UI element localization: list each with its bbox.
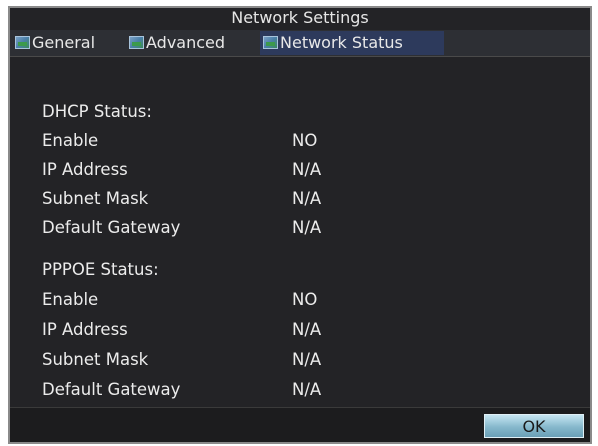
pppoe-default-gateway-value: N/A xyxy=(292,380,322,399)
pppoe-subnet-mask-value: N/A xyxy=(292,350,322,369)
window-title: Network Settings xyxy=(231,8,369,27)
network-icon xyxy=(15,36,30,49)
dhcp-ip-address-value: N/A xyxy=(292,160,322,179)
dhcp-default-gateway-value: N/A xyxy=(292,218,322,237)
dhcp-subnet-mask-label: Subnet Mask xyxy=(42,189,149,208)
network-settings-window: Network Settings General Advanced Networ… xyxy=(8,6,592,444)
network-status-panel: DHCP Status: Enable NO IP Address N/A Su… xyxy=(10,58,590,399)
pppoe-ip-address-label: IP Address xyxy=(42,320,128,339)
tab-general-label: General xyxy=(32,33,96,52)
dhcp-enable-label: Enable xyxy=(42,131,99,150)
pppoe-default-gateway-label: Default Gateway xyxy=(42,380,181,399)
dialog-footer: OK xyxy=(10,407,590,442)
pppoe-enable-value: NO xyxy=(292,290,318,309)
tab-advanced-label: Advanced xyxy=(146,33,226,52)
pppoe-subnet-mask-label: Subnet Mask xyxy=(42,350,149,369)
tab-network-status[interactable]: Network Status xyxy=(260,31,444,55)
pppoe-enable-label: Enable xyxy=(42,290,99,309)
tab-bar: General Advanced Network Status xyxy=(10,30,590,57)
tab-network-status-label: Network Status xyxy=(280,33,403,52)
dhcp-subnet-mask-value: N/A xyxy=(292,189,322,208)
pppoe-status-heading: PPPOE Status: xyxy=(42,260,159,279)
dhcp-ip-address-label: IP Address xyxy=(42,160,128,179)
dhcp-default-gateway-label: Default Gateway xyxy=(42,218,181,237)
tab-advanced[interactable]: Advanced xyxy=(126,31,254,55)
dhcp-status-heading: DHCP Status: xyxy=(42,102,152,121)
ok-button[interactable]: OK xyxy=(484,414,584,438)
dhcp-enable-value: NO xyxy=(292,131,318,150)
network-icon xyxy=(263,36,278,49)
pppoe-ip-address-value: N/A xyxy=(292,320,322,339)
network-icon xyxy=(129,36,144,49)
tab-general[interactable]: General xyxy=(12,31,124,55)
